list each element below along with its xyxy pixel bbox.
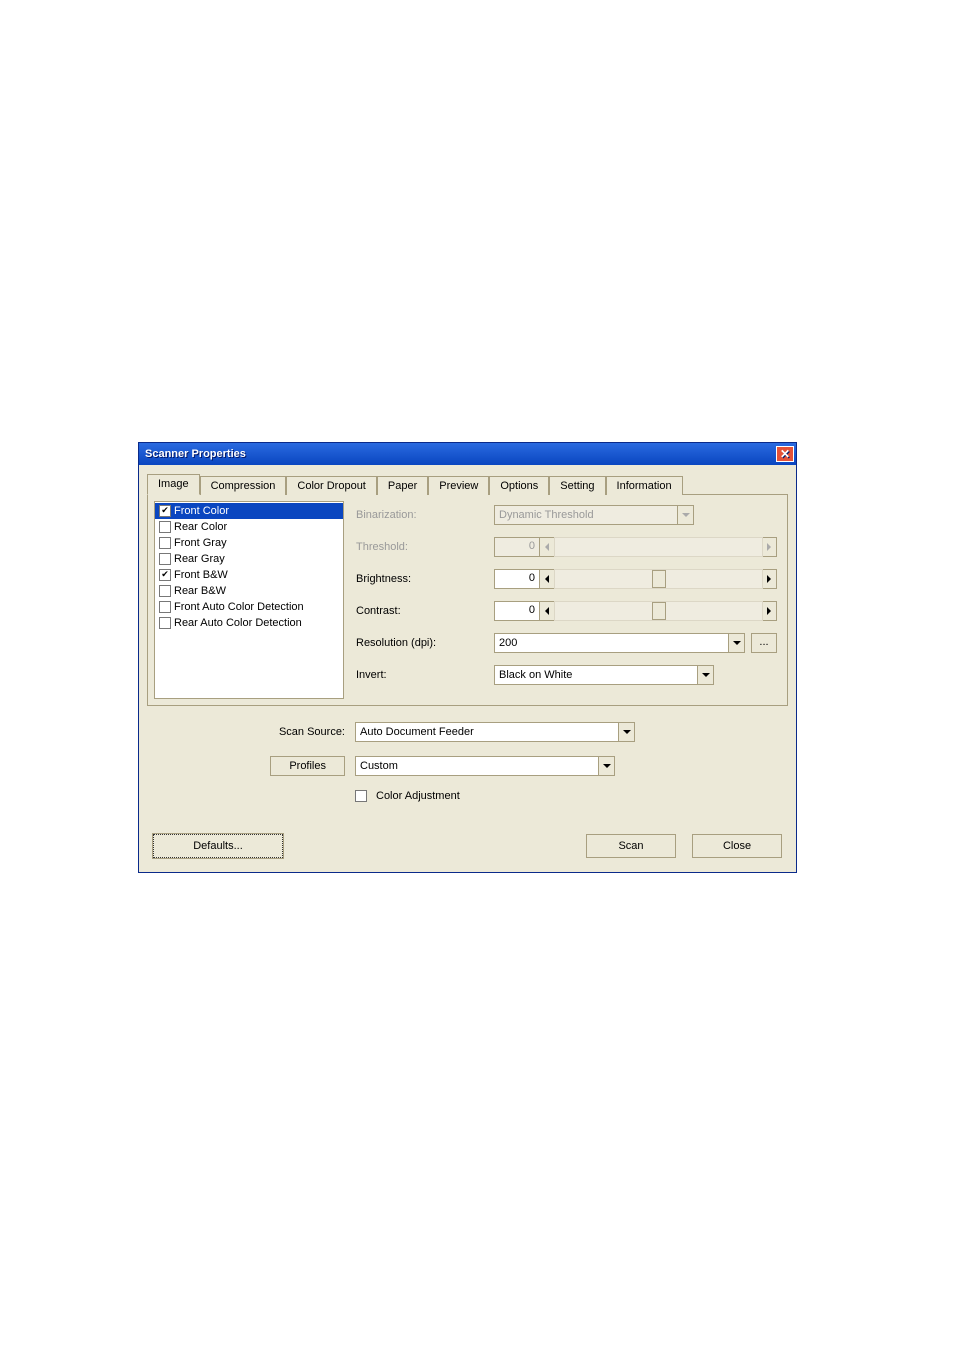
contrast-value[interactable]: 0: [494, 601, 540, 621]
label-rear-color: Rear Color: [174, 521, 227, 533]
item-rear-bw[interactable]: Rear B&W: [155, 583, 343, 599]
scanner-properties-dialog: Scanner Properties ✕ Image Compression C…: [138, 442, 797, 873]
threshold-label: Threshold:: [354, 541, 494, 553]
resolution-more-button[interactable]: ...: [751, 633, 777, 653]
tab-strip: Image Compression Color Dropout Paper Pr…: [147, 473, 788, 495]
label-front-color: Front Color: [174, 505, 229, 517]
label-rear-gray: Rear Gray: [174, 553, 225, 565]
contrast-inc-button[interactable]: [761, 601, 777, 621]
binarization-label: Binarization:: [354, 509, 494, 521]
invert-label: Invert:: [354, 669, 494, 681]
common-settings: Scan Source: Auto Document Feeder Profil…: [145, 706, 790, 812]
chevron-down-icon[interactable]: [697, 666, 713, 684]
resolution-value: 200: [499, 637, 517, 649]
checkbox-rear-color[interactable]: [159, 521, 171, 533]
item-front-auto-color[interactable]: Front Auto Color Detection: [155, 599, 343, 615]
label-rear-bw: Rear B&W: [174, 585, 226, 597]
contrast-slider[interactable]: [554, 601, 763, 621]
chevron-down-icon: [677, 506, 693, 524]
brightness-thumb[interactable]: [652, 570, 666, 588]
scan-button[interactable]: Scan: [586, 834, 676, 858]
label-front-auto-color: Front Auto Color Detection: [174, 601, 304, 613]
resolution-label: Resolution (dpi):: [354, 637, 494, 649]
brightness-value[interactable]: 0: [494, 569, 540, 589]
threshold-inc-button: [761, 537, 777, 557]
binarization-value: Dynamic Threshold: [499, 509, 594, 521]
item-rear-auto-color[interactable]: Rear Auto Color Detection: [155, 615, 343, 631]
image-selection-list[interactable]: Front Color Rear Color Front Gray Rear G…: [154, 501, 344, 699]
chevron-down-icon[interactable]: [598, 757, 614, 775]
close-button[interactable]: Close: [692, 834, 782, 858]
checkbox-front-color[interactable]: [159, 505, 171, 517]
checkbox-rear-gray[interactable]: [159, 553, 171, 565]
checkbox-front-bw[interactable]: [159, 569, 171, 581]
threshold-dec-button: [539, 537, 555, 557]
item-rear-color[interactable]: Rear Color: [155, 519, 343, 535]
tab-preview[interactable]: Preview: [428, 476, 489, 495]
titlebar[interactable]: Scanner Properties ✕: [139, 443, 796, 465]
scan-source-combo[interactable]: Auto Document Feeder: [355, 722, 635, 742]
color-adjustment-label: Color Adjustment: [376, 790, 460, 802]
checkbox-front-gray[interactable]: [159, 537, 171, 549]
defaults-button[interactable]: Defaults...: [153, 834, 283, 858]
chevron-down-icon[interactable]: [728, 634, 744, 652]
brightness-dec-button[interactable]: [539, 569, 555, 589]
scan-source-label: Scan Source:: [155, 726, 355, 738]
invert-combo[interactable]: Black on White: [494, 665, 714, 685]
profiles-combo[interactable]: Custom: [355, 756, 615, 776]
tab-paper[interactable]: Paper: [377, 476, 428, 495]
image-tab-panel: Front Color Rear Color Front Gray Rear G…: [147, 495, 788, 706]
profiles-value: Custom: [360, 760, 398, 772]
item-rear-gray[interactable]: Rear Gray: [155, 551, 343, 567]
chevron-down-icon[interactable]: [618, 723, 634, 741]
contrast-dec-button[interactable]: [539, 601, 555, 621]
tab-compression[interactable]: Compression: [200, 476, 287, 495]
brightness-slider[interactable]: [554, 569, 763, 589]
contrast-label: Contrast:: [354, 605, 494, 617]
contrast-thumb[interactable]: [652, 602, 666, 620]
binarization-combo: Dynamic Threshold: [494, 505, 694, 525]
item-front-bw[interactable]: Front B&W: [155, 567, 343, 583]
label-front-gray: Front Gray: [174, 537, 227, 549]
brightness-inc-button[interactable]: [761, 569, 777, 589]
scan-source-value: Auto Document Feeder: [360, 726, 474, 738]
tab-color-dropout[interactable]: Color Dropout: [286, 476, 376, 495]
tab-image[interactable]: Image: [147, 474, 200, 495]
resolution-combo[interactable]: 200: [494, 633, 745, 653]
image-settings-panel: Binarization: Dynamic Threshold Threshol…: [348, 495, 787, 705]
checkbox-rear-bw[interactable]: [159, 585, 171, 597]
item-front-gray[interactable]: Front Gray: [155, 535, 343, 551]
threshold-slider: [554, 537, 763, 557]
label-rear-auto-color: Rear Auto Color Detection: [174, 617, 302, 629]
checkbox-front-auto-color[interactable]: [159, 601, 171, 613]
button-bar: Defaults... Scan Close: [145, 812, 790, 862]
profiles-button[interactable]: Profiles: [270, 756, 345, 776]
color-adjustment-checkbox[interactable]: [355, 790, 367, 802]
label-front-bw: Front B&W: [174, 569, 228, 581]
checkbox-rear-auto-color[interactable]: [159, 617, 171, 629]
tab-options[interactable]: Options: [489, 476, 549, 495]
window-title: Scanner Properties: [145, 448, 246, 460]
tab-setting[interactable]: Setting: [549, 476, 605, 495]
close-icon[interactable]: ✕: [776, 446, 794, 462]
tab-information[interactable]: Information: [606, 476, 683, 495]
item-front-color[interactable]: Front Color: [155, 503, 343, 519]
invert-value: Black on White: [499, 669, 572, 681]
brightness-label: Brightness:: [354, 573, 494, 585]
threshold-value: 0: [494, 537, 540, 557]
